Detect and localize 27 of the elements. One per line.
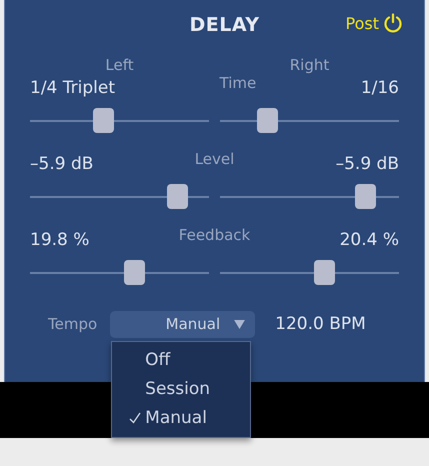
value-readout: –5.9 dB [30,154,94,174]
tempo-dropdown[interactable]: Manual [110,310,256,338]
tempo-label: Tempo [48,315,98,333]
value-readout: 20.4 % [340,230,399,250]
channel-heading: Left [105,56,134,74]
value-readout: 1/16 [360,78,399,98]
value-readout: 1/4 Triplet [30,78,115,98]
value-readout: 19.8 % [30,230,90,250]
parameter-label: Time [218,74,258,92]
parameter-label: Feedback [178,226,252,244]
slider-thumb[interactable] [166,184,188,209]
slider-thumb[interactable] [314,260,335,285]
post-toggle[interactable]: Post [346,13,403,33]
slider-thumb[interactable] [124,260,145,285]
panel-title: DELAY [188,14,260,36]
power-icon [383,13,403,33]
menu-item[interactable]: Manual [112,404,250,432]
slider-thumb[interactable] [256,108,278,133]
menu-item[interactable]: Off [112,346,250,374]
menu-item[interactable]: Session [112,374,250,404]
bpm-readout: 120.0 BPM [275,314,366,334]
caret-icon [234,320,246,328]
value-readout: –5.9 dB [336,154,399,174]
channel-heading: Right [290,56,330,74]
slider-thumb[interactable] [93,108,114,133]
parameter-label: Level [194,150,236,168]
slider-thumb[interactable] [354,184,376,209]
